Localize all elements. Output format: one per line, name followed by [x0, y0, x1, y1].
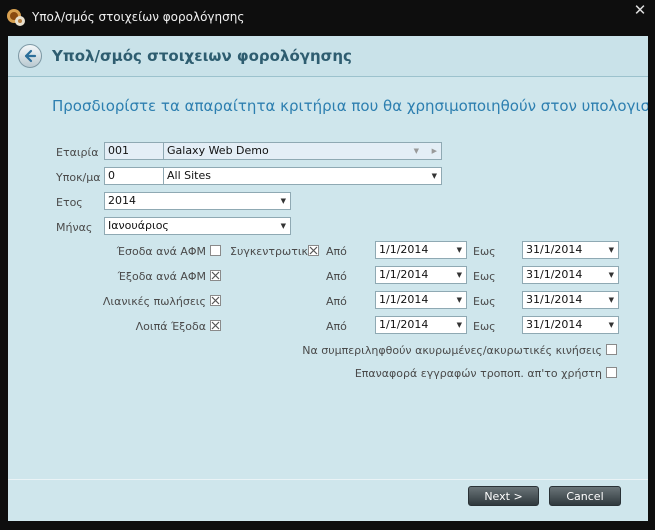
next-button[interactable]: Next > [468, 486, 539, 506]
footer-divider [8, 479, 648, 480]
site-code-field[interactable]: 0 [104, 167, 164, 185]
to-label: Εως [473, 295, 496, 308]
to-date-field[interactable]: 31/1/2014 ▼ [522, 266, 619, 284]
chevron-down-icon: ▼ [280, 222, 286, 230]
window-title: Υπολ/σμός στοιχείων φορολόγησης [32, 10, 245, 24]
chevron-down-icon: ▼ [608, 321, 614, 329]
restore-modified-label: Επαναφορά εγγραφών τροποπ. απ'το χρήστη [354, 367, 602, 380]
check-icon [211, 271, 220, 280]
include-cancelled-checkbox[interactable] [606, 344, 617, 355]
to-label: Εως [473, 245, 496, 258]
row-retail-checkbox[interactable] [210, 295, 221, 306]
from-label: Από [326, 295, 347, 308]
to-label: Εως [473, 320, 496, 333]
from-date-value: 1/1/2014 [379, 268, 429, 281]
from-date-field[interactable]: 1/1/2014 ▼ [375, 241, 467, 259]
row-expenses-checkbox[interactable] [210, 270, 221, 281]
to-label: Εως [473, 270, 496, 283]
from-date-field[interactable]: 1/1/2014 ▼ [375, 291, 467, 309]
row-expenses-label: Έξοδα ανά ΑΦΜ [117, 270, 206, 283]
from-date-value: 1/1/2014 [379, 293, 429, 306]
from-date-field[interactable]: 1/1/2014 ▼ [375, 316, 467, 334]
site-code-value: 0 [108, 169, 115, 182]
row-other-label: Λοιπά Έξοδα [135, 320, 206, 333]
company-label: Εταιρία [56, 146, 99, 159]
chevron-down-icon: ▼ [280, 197, 286, 205]
chevron-down-icon: ▼ [608, 246, 614, 254]
site-name-select[interactable]: All Sites ▼ [163, 167, 442, 185]
year-label: Ετος [56, 196, 83, 209]
to-date-value: 31/1/2014 [526, 243, 583, 256]
check-icon [309, 246, 318, 255]
from-date-value: 1/1/2014 [379, 243, 429, 256]
chevron-down-icon: ▼ [456, 321, 462, 329]
back-arrow-icon [24, 49, 37, 63]
from-label: Από [326, 270, 347, 283]
summary-checkbox[interactable] [308, 245, 319, 256]
app-logo-icon [6, 7, 26, 27]
chevron-down-icon: ▼ [608, 296, 614, 304]
to-date-field[interactable]: 31/1/2014 ▼ [522, 316, 619, 334]
from-date-field[interactable]: 1/1/2014 ▼ [375, 266, 467, 284]
wizard-header: Υπολ/σμός στοιχειων φορολόγησης [8, 36, 648, 77]
company-name-select[interactable]: Galaxy Web Demo ▼ ▶ [163, 142, 442, 160]
page-title: Υπολ/σμός στοιχειων φορολόγησης [52, 47, 352, 65]
cancel-button[interactable]: Cancel [549, 486, 621, 506]
to-date-field[interactable]: 31/1/2014 ▼ [522, 241, 619, 259]
row-revenue-label: Έσοδα ανά ΑΦΜ [116, 245, 206, 258]
year-select[interactable]: 2014 ▼ [104, 192, 291, 210]
include-cancelled-label: Να συμπεριληφθούν ακυρωμένες/ακυρωτικές … [302, 344, 602, 357]
chevron-down-icon: ▼ [456, 271, 462, 279]
to-date-value: 31/1/2014 [526, 318, 583, 331]
to-date-value: 31/1/2014 [526, 293, 583, 306]
to-date-value: 31/1/2014 [526, 268, 583, 281]
chevron-right-icon: ▶ [431, 147, 437, 155]
restore-modified-checkbox[interactable] [606, 367, 617, 378]
site-name-value: All Sites [167, 169, 211, 182]
month-label: Μήνας [56, 221, 93, 234]
summary-label: Συγκεντρωτικά [230, 245, 316, 258]
row-retail-label: Λιανικές πωλήσεις [102, 295, 206, 308]
title-bar: Υπολ/σμός στοιχείων φορολόγησης ✕ [0, 0, 655, 35]
from-label: Από [326, 245, 347, 258]
to-date-field[interactable]: 31/1/2014 ▼ [522, 291, 619, 309]
chevron-down-icon: ▼ [456, 246, 462, 254]
row-revenue-checkbox[interactable] [210, 245, 221, 256]
check-icon [211, 296, 220, 305]
from-date-value: 1/1/2014 [379, 318, 429, 331]
company-code-field[interactable]: 001 [104, 142, 164, 160]
check-icon [211, 321, 220, 330]
from-label: Από [326, 320, 347, 333]
instructions-text: Προσδιορίστε τα απαραίτητα κριτήρια που … [52, 97, 648, 115]
close-button[interactable]: ✕ [632, 2, 648, 18]
wizard-panel: Υπολ/σμός στοιχειων φορολόγησης Προσδιορ… [8, 36, 648, 521]
chevron-down-icon: ▼ [413, 147, 419, 155]
month-select[interactable]: Ιανουάριος ▼ [104, 217, 291, 235]
row-other-checkbox[interactable] [210, 320, 221, 331]
chevron-down-icon: ▼ [456, 296, 462, 304]
window: Υπολ/σμός στοιχείων φορολόγησης ✕ Υπολ/σ… [0, 0, 655, 530]
company-code-value: 001 [108, 144, 129, 157]
company-name-value: Galaxy Web Demo [167, 144, 269, 157]
chevron-down-icon: ▼ [608, 271, 614, 279]
site-label: Υποκ/μα [56, 171, 101, 184]
month-value: Ιανουάριος [108, 219, 169, 232]
chevron-down-icon: ▼ [431, 172, 437, 180]
back-button[interactable] [18, 44, 42, 68]
year-value: 2014 [108, 194, 136, 207]
